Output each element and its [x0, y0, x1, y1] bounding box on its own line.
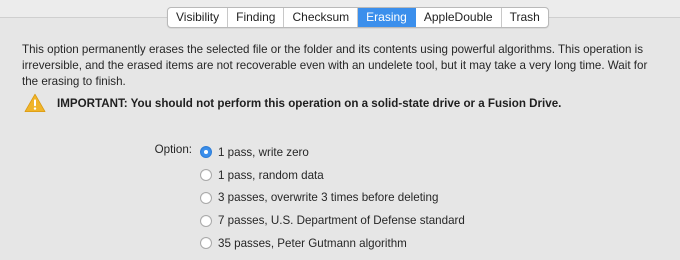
radio-button[interactable]	[200, 214, 212, 227]
option-label-text: 1 pass, write zero	[218, 145, 309, 159]
tab-erasing[interactable]: Erasing	[358, 8, 416, 27]
tab-checksum[interactable]: Checksum	[284, 8, 359, 27]
erasing-description: This option permanently erases the selec…	[22, 43, 648, 88]
option-35-passes[interactable]: 35 passes, Peter Gutmann algorithm	[200, 232, 465, 255]
warning-triangle-icon	[24, 93, 46, 112]
option-3-passes[interactable]: 3 passes, overwrite 3 times before delet…	[200, 187, 465, 210]
option-label-text: 35 passes, Peter Gutmann algorithm	[218, 236, 407, 250]
radio-button[interactable]	[200, 169, 212, 182]
tab-finding[interactable]: Finding	[228, 8, 285, 27]
option-label-text: 1 pass, random data	[218, 168, 324, 182]
radio-button[interactable]	[200, 146, 212, 159]
erase-option-group: 1 pass, write zero 1 pass, random data 3…	[200, 141, 465, 255]
tab-appledouble[interactable]: AppleDouble	[416, 8, 502, 27]
option-label-text: 3 passes, overwrite 3 times before delet…	[218, 191, 439, 205]
option-1-pass-zero[interactable]: 1 pass, write zero	[200, 141, 465, 164]
preferences-tab-bar: Visibility Finding Checksum Erasing Appl…	[167, 7, 549, 28]
tab-visibility[interactable]: Visibility	[168, 8, 229, 27]
option-label: Option:	[154, 143, 192, 156]
option-7-passes[interactable]: 7 passes, U.S. Department of Defense sta…	[200, 209, 465, 232]
option-label-text: 7 passes, U.S. Department of Defense sta…	[218, 214, 465, 228]
tab-trash[interactable]: Trash	[502, 8, 548, 27]
radio-button[interactable]	[200, 237, 212, 250]
radio-button[interactable]	[200, 191, 212, 204]
option-1-pass-random[interactable]: 1 pass, random data	[200, 164, 465, 187]
warning-text: IMPORTANT: You should not perform this o…	[57, 96, 562, 110]
warning-notice: IMPORTANT: You should not perform this o…	[24, 93, 561, 113]
